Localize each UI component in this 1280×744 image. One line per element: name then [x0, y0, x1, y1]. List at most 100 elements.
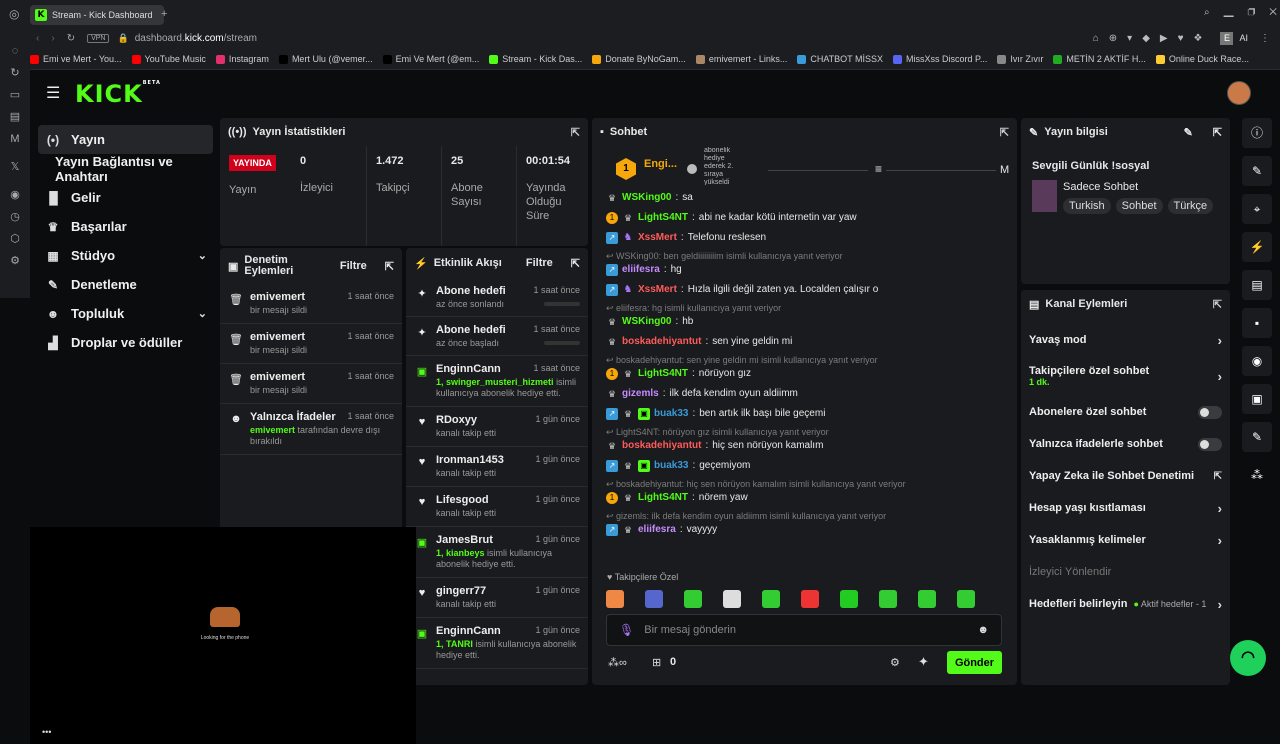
chat-message[interactable]: ♛ WSKing00: sa [592, 191, 1017, 205]
chat-input[interactable]: 🎙 Bir mesaj gönderin ☻ [606, 614, 1002, 646]
emote-icon[interactable] [606, 590, 624, 608]
bookmark-item[interactable]: Donate ByNoGam... [592, 50, 686, 68]
cube-icon[interactable]: ⬡ [0, 228, 30, 250]
window-controls[interactable]: ⌕▁❐✕ [1204, 7, 1280, 18]
tag-pill[interactable]: Turkish [1063, 198, 1111, 214]
browser-more-icon[interactable]: ⋮ [1260, 33, 1270, 44]
filter-lines-icon[interactable]: ≡ [875, 162, 882, 176]
mod-row[interactable]: ☻ Yalnızca İfadeler 1 saat önce emivemert t… [220, 404, 402, 455]
apps-icon[interactable]: ⁂ [1242, 460, 1272, 490]
chat-message[interactable]: ♛ boskadehiyantut: hiç sen nörüyon kamalım [592, 439, 1017, 453]
activity-row[interactable]: ✦ Abone hedefi 1 saat önce az önce sonlandı [406, 278, 588, 317]
reload-icon[interactable]: ↻ [67, 33, 75, 44]
mod-row[interactable]: 🗑 emivemert 1 saat önce bir mesajı sildi [220, 284, 402, 324]
x-icon[interactable]: 𝕏 [0, 156, 30, 178]
video-more-icon[interactable]: ••• [42, 727, 51, 737]
bookmark-item[interactable]: Online Duck Race... [1155, 50, 1249, 68]
chat-message[interactable]: ↗ ♛ ▣ buak33: ben artık ilk başı bile geçemi [592, 407, 1017, 421]
sidebar-item-3[interactable]: ♛ Başarılar [38, 212, 213, 241]
chat-username[interactable]: boskadehiyantut [622, 439, 701, 453]
activity-row[interactable]: ✦ Abone hedefi 1 saat önce az önce başladı [406, 317, 588, 356]
wallet-icon[interactable]: ▭ [0, 84, 30, 106]
extension-icons[interactable]: ⌂⊕▾◆▶♥❖ [1093, 33, 1213, 44]
channel-action-item[interactable]: Hesap yaşı kısıtlaması › [1021, 492, 1230, 524]
toggle-switch[interactable] [1198, 437, 1222, 451]
chat-username[interactable]: eliifesra [622, 263, 660, 277]
chat-message[interactable]: ↗ ♛ ▣ buak33: geçemiyom [592, 459, 1017, 473]
chat-username[interactable]: WSKing00 [622, 191, 671, 205]
emote-icon[interactable] [645, 590, 663, 608]
chat-icon[interactable]: ▪ [1242, 308, 1272, 338]
channel-action-item[interactable]: Yasaklanmış kelimeler › [1021, 524, 1230, 556]
info-icon[interactable]: ⓘ [1242, 118, 1272, 148]
sidebar-item-4[interactable]: ▦ Stüdyo ⌄ [38, 241, 213, 270]
activity-row[interactable]: ▣ EnginnCann 1 saat önce 1, swinger_musteri… [406, 356, 588, 407]
kick-logo[interactable]: KICKBETA [75, 80, 161, 108]
broadcast-icon[interactable]: ◉ [1242, 346, 1272, 376]
emote-icon[interactable] [879, 590, 897, 608]
chat-username[interactable]: buak33 [654, 407, 688, 421]
mail-icon[interactable]: M [0, 128, 30, 150]
forward-icon[interactable]: › [51, 33, 54, 44]
mod-row[interactable]: 🗑 emivemert 1 saat önce bir mesajı sildi [220, 364, 402, 404]
bookmark-item[interactable]: Ivır Zıvır [997, 50, 1043, 68]
toggle-switch[interactable] [1198, 405, 1222, 419]
sidebar-item-0[interactable]: (•) Yayın [38, 125, 213, 154]
sidebar-item-2[interactable]: ▐▌ Gelir [38, 183, 213, 212]
activity-row[interactable]: ▣ JamesBrut 1 gün önce 1, kianbeys isimli k… [406, 527, 588, 578]
chat-username[interactable]: buak33 [654, 459, 688, 473]
ai-button[interactable]: AI [1239, 33, 1248, 43]
whatsapp-icon[interactable]: ◉ [0, 184, 30, 206]
emoji-icon[interactable]: ☻ [977, 624, 989, 636]
vpn-badge[interactable]: VPN [87, 33, 110, 43]
popout-icon[interactable]: ⇱ [1213, 126, 1222, 139]
channel-action-item[interactable]: Yapay Zeka ile Sohbet Denetimi ⇱ [1021, 460, 1230, 492]
emote-icon[interactable] [801, 590, 819, 608]
emote-icon[interactable] [684, 590, 702, 608]
clock-icon[interactable]: ◷ [0, 206, 30, 228]
settings-icon[interactable]: ⚙ [0, 250, 30, 272]
gift-box-icon[interactable]: ⊞ [652, 656, 661, 669]
channel-action-item[interactable]: Hedefleri belirleyin ● Aktif hedefler - 1… [1021, 588, 1230, 620]
help-chat-button[interactable]: ◠ [1230, 640, 1266, 676]
hamburger-menu-icon[interactable]: ☰ [46, 83, 60, 103]
edit-icon[interactable]: ✎ [1184, 126, 1193, 139]
bookmark-item[interactable]: MissXss Discord P... [893, 50, 987, 68]
sidebar-item-1[interactable]: Yayın Bağlantısı ve Anahtarı [38, 154, 213, 184]
filter-button[interactable]: Filtre [340, 260, 367, 272]
bookmark-item[interactable]: Instagram [215, 50, 269, 68]
new-tab-icon[interactable]: + [161, 8, 167, 20]
chat-message[interactable]: ↗ eliifesra: hg [592, 263, 1017, 277]
history-icon[interactable]: ↻ [0, 62, 30, 84]
url-field[interactable]: dashboard.kick.com/stream [135, 33, 257, 44]
chat-username[interactable]: XssMert [638, 231, 677, 245]
chat-message[interactable]: ♛ gizemls: ilk defa kendim oyun aldiimm [592, 387, 1017, 401]
avatar[interactable] [1227, 81, 1251, 105]
leaderboard-user[interactable]: Engi... [644, 158, 677, 170]
chat-message[interactable]: ♛ boskadehiyantut: sen yine geldin mi [592, 335, 1017, 349]
chat-message[interactable]: 1 ♛ LightS4NT: nörem yaw [592, 491, 1017, 505]
popout-icon[interactable]: ⇱ [571, 126, 580, 139]
popout-icon[interactable]: ⇱ [1213, 298, 1222, 311]
chat-username[interactable]: LightS4NT [638, 491, 688, 505]
wrench-icon[interactable]: ✎ [1242, 422, 1272, 452]
category-name[interactable]: Sadece Sohbet [1063, 181, 1138, 193]
chat-message[interactable]: 1 ♛ LightS4NT: nörüyon gız [592, 367, 1017, 381]
bookmark-item[interactable]: YouTube Music [131, 50, 206, 68]
sidebar-item-5[interactable]: ✎ Denetleme [38, 270, 213, 299]
popout-icon[interactable]: ⇱ [571, 257, 580, 270]
chat-username[interactable]: LightS4NT [638, 367, 688, 381]
chat-username[interactable]: boskadehiyantut [622, 335, 701, 349]
emote-icon[interactable] [762, 590, 780, 608]
activity-row[interactable]: ▣ EnginnCann 1 gün önce 1, TANRI isimli kul… [406, 618, 588, 669]
edit-icon[interactable]: ✎ [1242, 156, 1272, 186]
tag-pill[interactable]: Sohbet [1115, 198, 1163, 214]
target-icon[interactable]: ⌖ [1242, 194, 1272, 224]
chat-message[interactable]: ♛ WSKing00: hb [592, 315, 1017, 329]
popout-icon[interactable]: ⇱ [1000, 126, 1009, 139]
mic-icon[interactable]: 🎙 [619, 623, 634, 637]
activity-row[interactable]: ♥ RDoxyy 1 gün önce kanalı takip etti [406, 407, 588, 447]
channel-action-item[interactable]: Abonelere özel sohbet [1021, 396, 1230, 428]
chat-settings-icon[interactable]: ⚙ [890, 656, 900, 669]
popout-icon[interactable]: ⇱ [385, 260, 394, 273]
